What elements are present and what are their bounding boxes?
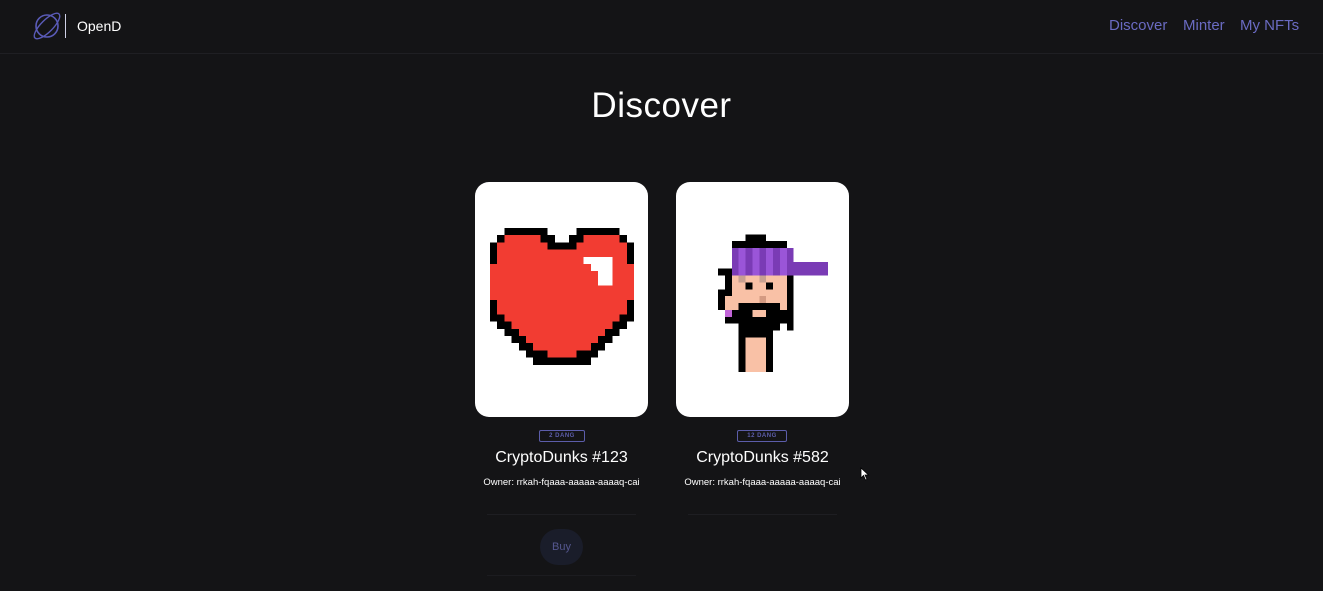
pixel-bearded-man-icon — [718, 234, 828, 372]
price-badge: 12 DANG — [737, 430, 787, 442]
navbar: OpenD Discover Minter My NFTs — [0, 0, 1323, 54]
page-title: Discover — [591, 86, 732, 125]
buy-button[interactable]: Buy — [540, 529, 583, 565]
nft-image[interactable] — [676, 182, 849, 417]
brand-name[interactable]: OpenD — [77, 18, 121, 34]
nav-minter-link[interactable]: Minter — [1183, 17, 1225, 34]
nft-owner: Owner: rrkah-fqaaa-aaaaa-aaaaq-cai — [684, 477, 841, 488]
pixel-heart-icon — [490, 228, 634, 365]
price-badge: 2 DANG — [539, 430, 585, 442]
planet-logo-icon[interactable] — [31, 11, 63, 41]
mouse-cursor-icon — [860, 467, 870, 481]
divider — [487, 575, 636, 576]
nav-my-nfts-link[interactable]: My NFTs — [1240, 17, 1299, 34]
divider — [487, 514, 636, 515]
nft-name: CryptoDunks #123 — [495, 449, 628, 466]
nft-owner: Owner: rrkah-fqaaa-aaaaa-aaaaq-cai — [483, 477, 640, 488]
logo-divider — [65, 14, 66, 38]
nft-image[interactable] — [475, 182, 648, 417]
nft-name: CryptoDunks #582 — [696, 449, 829, 466]
divider — [688, 514, 837, 515]
nav-discover-link[interactable]: Discover — [1109, 17, 1167, 34]
